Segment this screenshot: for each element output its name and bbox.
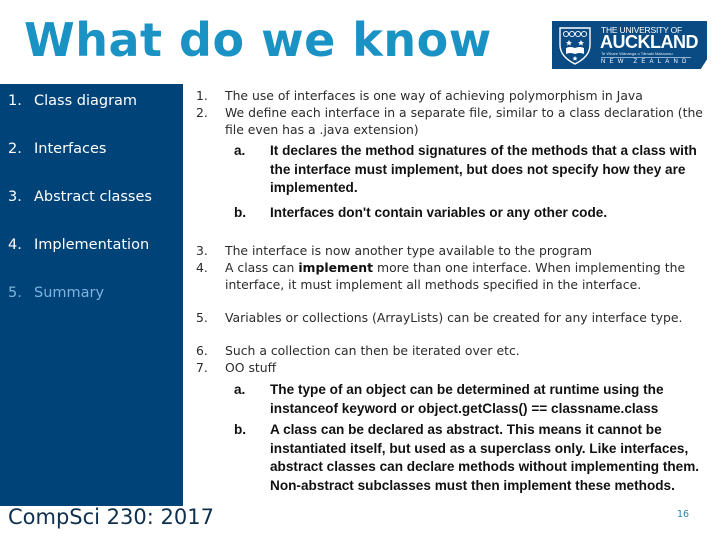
list-number: 4.	[196, 260, 208, 275]
list-item: 1. The use of interfaces is one way of a…	[196, 88, 711, 105]
list-item: 5. Variables or collections (ArrayLists)…	[196, 310, 711, 327]
sub-list-text-before: A class can be declared as	[270, 422, 447, 437]
page-number: 16	[677, 509, 690, 520]
sub-list-item: b. A class can be declared as abstract. …	[228, 421, 710, 495]
list-text: The use of interfaces is one way of achi…	[225, 88, 643, 103]
list-text: OO stuff	[225, 360, 277, 375]
list-number: 2.	[196, 105, 208, 120]
list-text: We define each interface in a separate f…	[225, 105, 703, 137]
sub-list-letter: a.	[234, 382, 246, 397]
sub-list-text: It declares the method signatures of the…	[270, 143, 697, 196]
list-text: The interface is now another type availa…	[225, 243, 592, 258]
sub-list-item: a. It declares the method signatures of …	[228, 142, 710, 198]
list-text: Such a collection can then be iterated o…	[225, 343, 520, 358]
list-number: 3.	[196, 243, 208, 258]
list-number: 5.	[196, 310, 208, 325]
list-item: 6. Such a collection can then be iterate…	[196, 343, 711, 360]
sub-list-item: b. Interfaces don't contain variables or…	[228, 204, 710, 223]
sub-list-text: Interfaces don't contain variables or an…	[270, 205, 608, 220]
slide-content: 1. The use of interfaces is one way of a…	[0, 0, 720, 540]
sub-list-item: a. The type of an object can be determin…	[228, 381, 710, 418]
sub-list-letter: a.	[234, 143, 246, 158]
list-item: 3. The interface is now another type ava…	[196, 243, 711, 260]
sub-list-text: The type of an object can be determined …	[270, 382, 664, 416]
list-number: 6.	[196, 343, 208, 358]
list-number: 1.	[196, 88, 208, 103]
list-text-before: A class can	[225, 260, 299, 275]
sub-list-text-bold: abstract.	[446, 422, 503, 437]
sub-list-text: A class can be declared as abstract. Thi…	[270, 421, 710, 495]
list-text: Variables or collections (ArrayLists) ca…	[225, 310, 683, 325]
sub-list-letter: b.	[234, 422, 247, 437]
list-item: 4. A class can implement more than one i…	[196, 260, 711, 294]
sub-list-letter: b.	[234, 205, 247, 220]
list-item: 7. OO stuff	[196, 360, 711, 377]
list-item: 2. We define each interface in a separat…	[196, 105, 711, 139]
list-text-bold: implement	[298, 260, 374, 275]
list-number: 7.	[196, 360, 208, 375]
list-text: A class can implement more than one inte…	[225, 260, 711, 294]
